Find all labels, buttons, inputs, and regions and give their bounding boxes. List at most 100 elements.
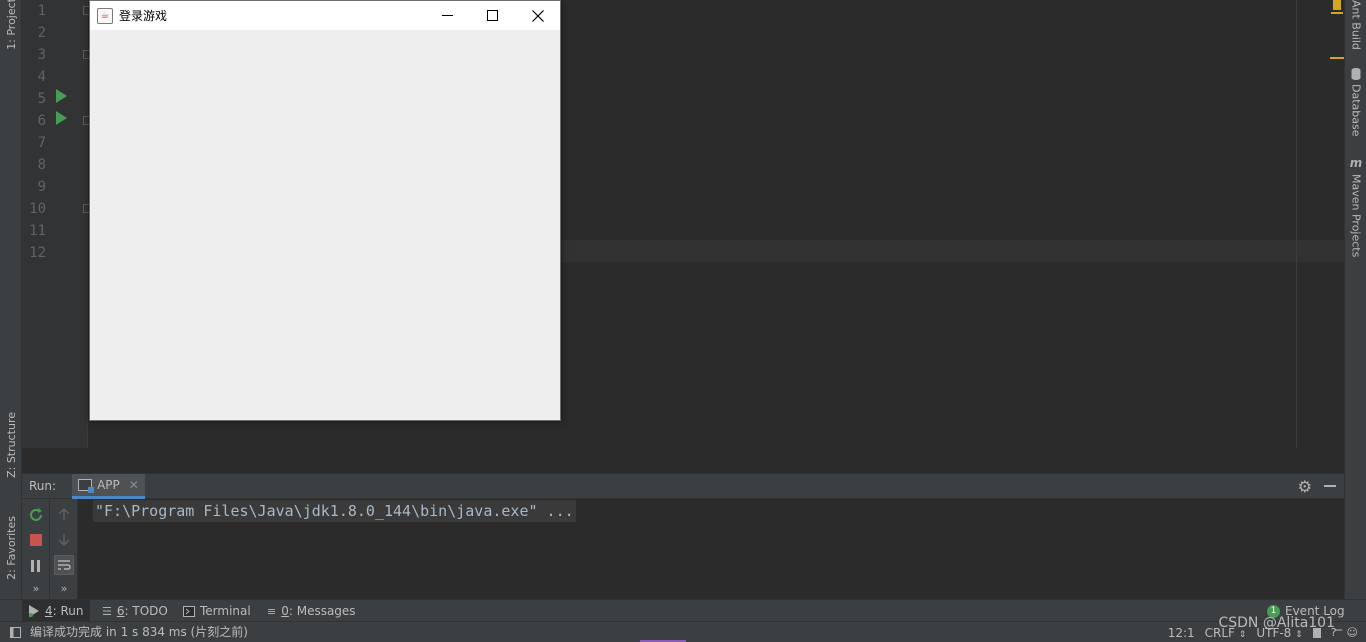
app-window-title: 登录游戏 — [119, 9, 168, 23]
line-number: 10 — [29, 201, 46, 217]
messages-tool-label: 0: Messages — [281, 604, 355, 618]
hide-panel-icon[interactable] — [1324, 485, 1336, 487]
line-number: 5 — [37, 91, 46, 107]
run-console[interactable]: » » "F:\Program Files\Java\jdk1.8.0_144\… — [22, 499, 1344, 599]
todo-tool-label: 6: TODO — [117, 604, 168, 618]
warning-marker[interactable] — [1330, 57, 1344, 59]
console-output-line: "F:\Program Files\Java\jdk1.8.0_144\bin\… — [93, 500, 576, 522]
maximize-icon — [487, 10, 498, 21]
run-toolbar: » — [22, 499, 50, 599]
status-message: 编译成功完成 in 1 s 834 ms (片刻之前) — [30, 625, 248, 639]
down-stack-button[interactable] — [55, 531, 73, 549]
gear-icon[interactable]: ⚙ — [1298, 477, 1312, 496]
status-bar: 编译成功完成 in 1 s 834 ms (片刻之前) 12:1 CRLF ⇕ … — [0, 621, 1366, 642]
run-icon — [29, 605, 39, 617]
run-tool-label: 4: Run — [45, 604, 84, 618]
close-window-button[interactable] — [515, 1, 560, 30]
ant-build-tool-tab[interactable]: Ant Build — [1347, 0, 1365, 50]
close-icon — [531, 9, 544, 22]
line-number: 11 — [29, 223, 46, 239]
maximize-button[interactable] — [470, 1, 515, 30]
project-tool-tab[interactable]: 1: Project — [2, 0, 20, 50]
line-number: 1 — [37, 3, 46, 19]
list-icon: ☰ — [102, 604, 112, 618]
caret-position[interactable]: 12:1 — [1168, 626, 1195, 640]
database-tool-tab[interactable]: Database — [1347, 68, 1365, 137]
error-stripe[interactable] — [1324, 0, 1344, 448]
project-tab-label: 1: Project — [4, 0, 18, 50]
line-number: 3 — [37, 47, 46, 63]
chevron-updown-icon: ⇕ — [1295, 629, 1303, 640]
run-tool-key: 4 — [45, 604, 53, 618]
right-tool-strip: Ant Build Database m Maven Projects — [1344, 0, 1366, 600]
todo-tool-key: 6 — [116, 604, 125, 618]
messages-tool-key: 0 — [281, 604, 289, 618]
minimize-icon — [442, 15, 453, 16]
rerun-button[interactable] — [27, 506, 45, 524]
maven-projects-tool-tab[interactable]: m Maven Projects — [1347, 156, 1365, 257]
line-number: 8 — [37, 157, 46, 173]
soft-wrap-button[interactable] — [54, 555, 74, 575]
run-gutter-icon[interactable] — [56, 111, 67, 125]
run-gutter-icon[interactable] — [56, 89, 67, 103]
editor-gutter[interactable]: 1 2 3 4 5 6 7 8 9 10 11 12 — [22, 0, 91, 448]
run-config-tab-label: APP — [97, 477, 120, 492]
app-window[interactable]: ☕ 登录游戏 — [89, 0, 561, 421]
maven-tab-label: Maven Projects — [1349, 174, 1363, 258]
run-toolbar-secondary: » — [50, 499, 78, 599]
run-tool-text: : Run — [52, 604, 84, 618]
soft-wrap-icon — [58, 560, 71, 570]
line-number: 9 — [37, 179, 46, 195]
stop-button[interactable] — [27, 531, 45, 549]
database-icon — [1351, 68, 1361, 80]
warning-marker[interactable] — [1333, 0, 1341, 10]
app-window-titlebar[interactable]: ☕ 登录游戏 — [90, 1, 560, 30]
warning-marker[interactable] — [1331, 12, 1343, 14]
database-tab-label: Database — [1349, 84, 1363, 137]
messages-tool-window-button[interactable]: ≡ 0: Messages — [261, 600, 362, 622]
line-number: 7 — [37, 135, 46, 151]
line-number: 4 — [37, 69, 46, 85]
rerun-icon — [30, 508, 42, 521]
java-cup-icon: ☕ — [97, 7, 113, 24]
favorites-tool-tab[interactable]: 2: Favorites — [2, 506, 20, 590]
run-panel-header: Run: APP ✕ ⚙ — [22, 473, 1344, 499]
run-panel-label: Run: — [29, 479, 57, 493]
panel-toggle-icon[interactable] — [10, 627, 21, 638]
arrow-up-icon — [58, 507, 70, 520]
pause-icon — [31, 560, 40, 572]
more-actions-icon[interactable]: » — [55, 579, 73, 597]
watermark: CSDN @Alita101_ — [1218, 615, 1342, 631]
favorites-tab-label: 2: Favorites — [4, 516, 18, 580]
maven-icon: m — [1349, 156, 1363, 170]
run-tool-window-button[interactable]: 4: Run — [22, 600, 90, 622]
structure-tool-tab[interactable]: Z: Structure — [2, 400, 20, 490]
more-actions-icon[interactable]: » — [27, 579, 45, 597]
todo-tool-text: : TODO — [124, 604, 168, 618]
inspector-icon[interactable]: ☺ — [1347, 626, 1358, 639]
run-config-tab[interactable]: APP ✕ — [72, 473, 145, 499]
tool-window-bar: 4: Run ☰ 6: TODO Terminal ≡ 0: Messages … — [0, 599, 1366, 622]
close-tab-icon[interactable]: ✕ — [129, 478, 139, 492]
editor-bottom-area — [22, 448, 1344, 474]
ant-build-tab-label: Ant Build — [1349, 0, 1363, 50]
line-number: 12 — [29, 245, 46, 261]
stop-icon — [30, 534, 42, 546]
terminal-icon — [183, 605, 195, 617]
arrow-down-icon — [58, 534, 70, 547]
terminal-tool-window-button[interactable]: Terminal — [177, 600, 257, 622]
messages-tool-text: : Messages — [288, 604, 356, 618]
terminal-tool-label: Terminal — [200, 604, 251, 618]
application-icon — [78, 478, 95, 493]
line-number: 6 — [37, 113, 46, 129]
left-tool-strip: 1: Project Z: Structure 2: Favorites — [0, 0, 22, 600]
minimize-button[interactable] — [425, 1, 470, 30]
up-stack-button[interactable] — [55, 505, 73, 523]
messages-icon: ≡ — [267, 604, 277, 618]
right-margin-guide — [1296, 0, 1297, 448]
chevron-updown-icon: ⇕ — [1238, 629, 1247, 640]
line-number: 2 — [37, 25, 46, 41]
pause-button[interactable] — [27, 557, 45, 575]
structure-tab-label: Z: Structure — [4, 412, 18, 478]
todo-tool-window-button[interactable]: ☰ 6: TODO — [96, 600, 174, 622]
